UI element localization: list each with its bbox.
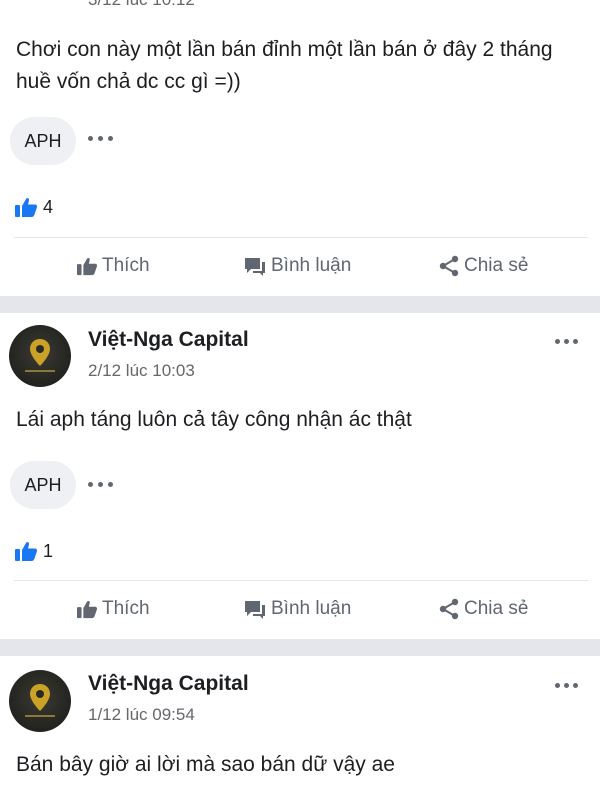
comment-button-label: Bình luận [271, 598, 352, 619]
tag-chip[interactable]: APH [10, 461, 76, 509]
post-author[interactable]: Việt-Nga Capital [88, 672, 249, 696]
post-author[interactable]: Việt-Nga Capital [88, 328, 249, 352]
location-pin-icon [25, 684, 55, 717]
comment-button[interactable]: Bình luận [243, 592, 351, 626]
post-content: Chơi con này một lần bán đỉnh một lần bá… [16, 38, 553, 93]
post-separator [0, 639, 600, 656]
like-button-label: Thích [102, 598, 150, 619]
post-card: 3/12 lúc 10:12 Chơi con này một lần bán … [0, 0, 600, 296]
post-card: Việt-Nga Capital 1/12 lúc 09:54 Bán bây … [0, 656, 600, 800]
comment-button[interactable]: Bình luận [243, 249, 351, 283]
more-dots-icon[interactable] [548, 675, 584, 695]
thumbs-up-icon [77, 600, 98, 619]
divider [14, 237, 588, 238]
reaction-summary[interactable]: 1 [14, 539, 53, 563]
location-pin-icon [25, 339, 55, 372]
post-separator [0, 296, 600, 313]
like-button[interactable]: Thích [76, 249, 150, 283]
avatar[interactable] [9, 325, 71, 387]
more-dots-icon[interactable] [88, 477, 116, 493]
divider [14, 580, 588, 581]
thumbs-up-icon [77, 257, 98, 276]
like-button[interactable]: Thích [76, 592, 150, 626]
like-count: 1 [43, 540, 54, 561]
more-dots-icon[interactable] [88, 131, 116, 147]
thumbs-up-icon [15, 542, 38, 561]
tag-label: APH [24, 130, 62, 151]
share-icon [439, 598, 459, 620]
post-timestamp[interactable]: 1/12 lúc 09:54 [88, 705, 195, 725]
share-button[interactable]: Chia sẻ [438, 249, 528, 283]
like-button-label: Thích [102, 255, 150, 276]
share-button-label: Chia sẻ [464, 255, 529, 276]
thumbs-up-icon [15, 198, 38, 217]
tag-chip[interactable]: APH [10, 117, 76, 165]
comment-icon [245, 258, 265, 276]
post-card: Việt-Nga Capital 2/12 lúc 10:03 Lái aph … [0, 313, 600, 639]
tag-label: APH [24, 474, 62, 495]
post-content: Lái aph táng luôn cả tây công nhận ác th… [16, 408, 412, 431]
post-timestamp[interactable]: 2/12 lúc 10:03 [88, 361, 195, 381]
share-button-label: Chia sẻ [464, 598, 529, 619]
more-dots-icon[interactable] [548, 331, 584, 351]
comment-icon [245, 601, 265, 619]
reaction-summary[interactable]: 4 [14, 195, 53, 219]
share-icon [439, 255, 459, 277]
avatar[interactable] [9, 670, 71, 732]
post-content: Bán bây giờ ai lời mà sao bán dữ vậy ae [16, 753, 395, 776]
post-timestamp[interactable]: 3/12 lúc 10:12 [88, 0, 195, 10]
comment-button-label: Bình luận [271, 255, 352, 276]
like-count: 4 [43, 196, 54, 217]
share-button[interactable]: Chia sẻ [438, 592, 528, 626]
